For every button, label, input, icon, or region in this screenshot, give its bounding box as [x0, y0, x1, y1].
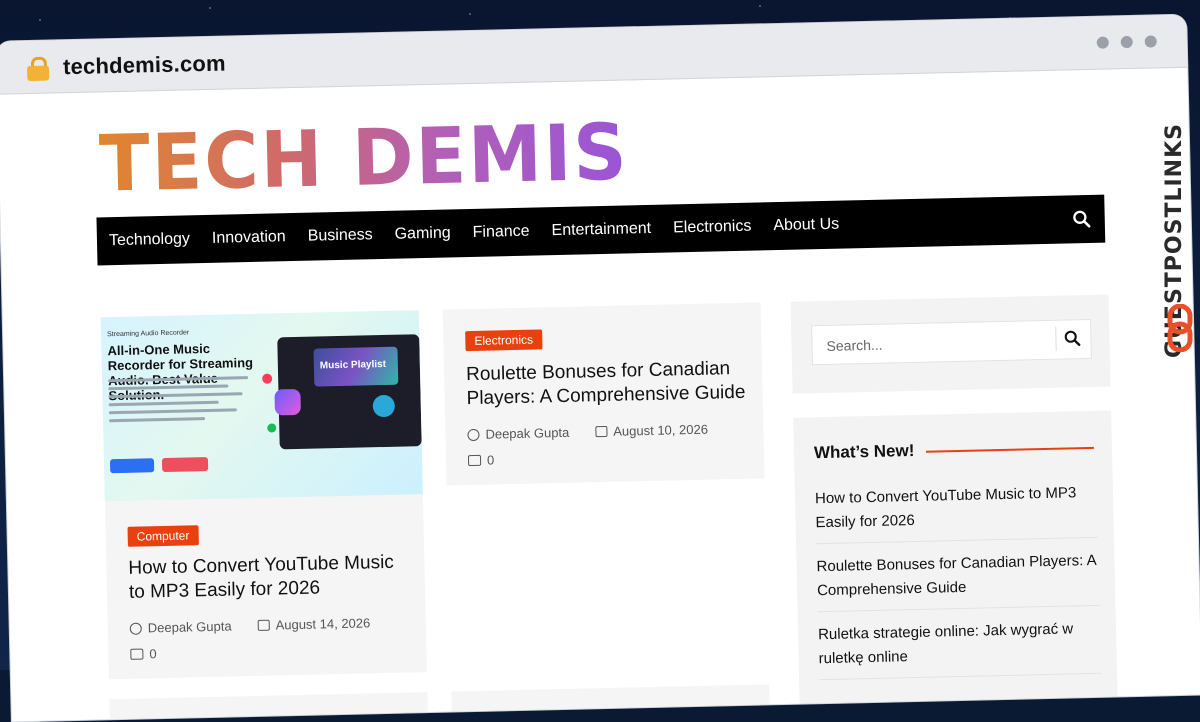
category-badge[interactable]: Computer [127, 525, 199, 547]
nav-item-about-us[interactable]: About Us [773, 216, 839, 235]
list-item[interactable]: Ruletka strategie online: Jak wygrać w r… [817, 616, 1102, 681]
search-icon[interactable] [1062, 328, 1082, 348]
whats-new-widget: What’s New! How to Convert YouTube Music… [793, 410, 1118, 718]
post-date[interactable]: August 10, 2026 [613, 422, 708, 439]
post-date[interactable]: August 14, 2026 [275, 615, 370, 632]
thumbnail-kicker: Streaming Audio Recorder [107, 329, 190, 339]
post-card[interactable]: Streaming Audio Recorder All-in-One Musi… [100, 310, 427, 680]
tiktok-icon [274, 388, 301, 416]
window-controls [1096, 35, 1157, 49]
nav-item-entertainment[interactable]: Entertainment [551, 220, 651, 240]
window-dot-icon[interactable] [1096, 36, 1109, 49]
watermark: GUESTPOSTLINKS [1162, 58, 1196, 358]
calendar-icon [595, 425, 608, 438]
window-dot-icon[interactable] [1144, 35, 1157, 48]
browser-window: techdemis.com TECH DEMIS Technology Inno… [0, 14, 1200, 722]
sidebar-search-widget: Search... [790, 294, 1111, 394]
nav-item-business[interactable]: Business [308, 226, 373, 245]
search-input[interactable]: Search... [811, 318, 1092, 366]
search-placeholder: Search... [826, 336, 883, 354]
widget-title: What’s New! [813, 440, 915, 463]
thumbnail-download-button [109, 458, 155, 474]
category-badge[interactable]: Electronics [465, 329, 543, 352]
post-meta: Deepak Gupta August 10, 2026 [467, 422, 708, 442]
list-item[interactable]: How to Convert YouTube Music to MP3 Easi… [814, 480, 1098, 545]
nav-item-technology[interactable]: Technology [109, 230, 190, 250]
post-card[interactable]: Electronics Roulette Bonuses for Canadia… [442, 302, 765, 486]
post-card[interactable] [451, 684, 771, 722]
window-dot-icon[interactable] [1120, 35, 1133, 49]
address-bar[interactable]: techdemis.com [63, 51, 226, 81]
music-app-icon [267, 423, 277, 433]
post-comments[interactable]: 0 [130, 646, 157, 662]
user-icon [129, 622, 142, 635]
comment-icon [130, 648, 144, 660]
chain-link-icon [1167, 304, 1193, 352]
title-underline [925, 446, 1094, 453]
post-comments[interactable]: 0 [467, 452, 495, 469]
thumbnail-pricing-button [161, 457, 209, 473]
post-card[interactable] [109, 692, 429, 722]
nav-item-gaming[interactable]: Gaming [394, 224, 450, 243]
calendar-icon [257, 619, 270, 631]
post-title[interactable]: Roulette Bonuses for Canadian Players: A… [466, 357, 753, 411]
search-divider [1055, 326, 1057, 351]
nav-item-electronics[interactable]: Electronics [673, 218, 752, 238]
list-item[interactable]: Roulette Bonuses for Canadian Players: A… [816, 548, 1100, 613]
nav-item-innovation[interactable]: Innovation [212, 228, 286, 248]
lock-icon [27, 56, 50, 82]
playlist-label: Music Playlist [319, 358, 387, 372]
search-icon[interactable] [1070, 208, 1092, 230]
user-icon [467, 428, 480, 441]
post-author[interactable]: Deepak Gupta [148, 619, 232, 636]
post-title[interactable]: How to Convert YouTube Music to MP3 Easi… [128, 550, 409, 604]
post-meta: Deepak Gupta August 14, 2026 [129, 615, 370, 636]
comment-count: 0 [149, 646, 157, 662]
nav-item-finance[interactable]: Finance [472, 223, 529, 242]
post-author[interactable]: Deepak Gupta [485, 425, 569, 442]
site-logo[interactable]: TECH DEMIS [98, 107, 629, 209]
comment-count: 0 [486, 452, 495, 468]
post-thumbnail[interactable]: Streaming Audio Recorder All-in-One Musi… [100, 310, 423, 502]
comment-icon [467, 454, 482, 467]
thumbnail-text-lines [108, 376, 259, 427]
music-app-icon [262, 373, 273, 384]
